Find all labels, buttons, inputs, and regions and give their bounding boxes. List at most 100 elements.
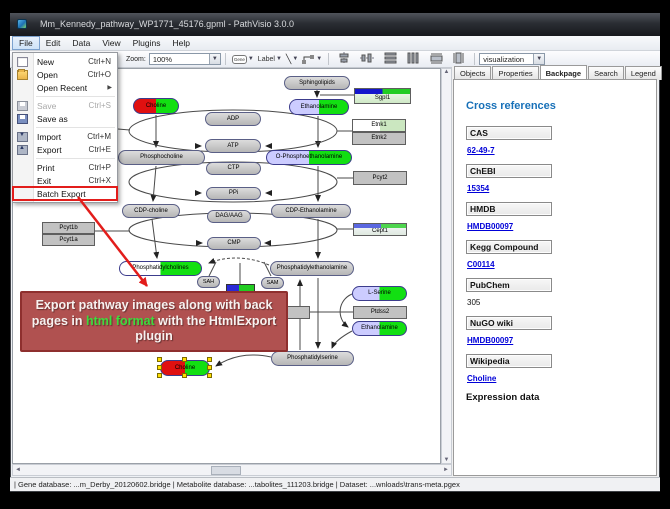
pathway-node-cmp[interactable]: CMP: [207, 237, 261, 250]
menu-data[interactable]: Data: [66, 36, 96, 50]
pathway-node-phosphatidylserine[interactable]: Phosphatidylserine: [271, 351, 354, 366]
file-menu: NewCtrl+NOpenCtrl+OOpen Recent▶ SaveCtrl+…: [12, 52, 118, 203]
file-menu-item-open-recent[interactable]: Open Recent▶: [13, 81, 117, 94]
pathway-node-choline[interactable]: Choline: [160, 360, 210, 376]
file-menu-item-new[interactable]: NewCtrl+N: [13, 55, 117, 68]
file-menu-item-batch-export[interactable]: Batch Export: [13, 187, 117, 200]
pathway-node-pcyt2[interactable]: Pcyt2: [353, 171, 407, 185]
pathway-node-pcyt1a[interactable]: Pcyt1a: [42, 234, 95, 246]
xref-link[interactable]: HMDB00097: [467, 336, 656, 345]
file-menu-item-open[interactable]: OpenCtrl+O: [13, 68, 117, 81]
align-center-button[interactable]: [338, 52, 350, 66]
pathway-node-ethanolamine[interactable]: Ethanolamine: [289, 99, 349, 115]
scroll-up-icon[interactable]: ▲: [442, 69, 452, 75]
menu-view[interactable]: View: [96, 36, 126, 50]
xref-list: CAS62-49-7ChEBI15354HMDBHMDB00097Kegg Co…: [466, 126, 656, 383]
backpage-panel[interactable]: Cross references CAS62-49-7ChEBI15354HMD…: [453, 79, 657, 476]
pathway-node-choline[interactable]: Choline: [133, 98, 179, 114]
xref-link[interactable]: 62-49-7: [467, 146, 656, 155]
pathway-node-phosphocholine[interactable]: Phosphocholine: [118, 150, 205, 165]
scroll-right-icon[interactable]: ►: [441, 467, 451, 473]
menu-item-shortcut: Ctrl+E: [89, 145, 111, 154]
file-menu-item-export[interactable]: ExportCtrl+E: [13, 143, 117, 156]
draw-connector-button[interactable]: ▼: [302, 54, 322, 64]
pathway-node-pcyt1b[interactable]: Pcyt1b: [42, 222, 95, 234]
xref-link[interactable]: C00114: [467, 260, 656, 269]
menu-edit[interactable]: Edit: [40, 36, 67, 50]
add-datanode-button[interactable]: Gene ▼: [232, 55, 254, 64]
pathway-node-etnk1[interactable]: Etnk1: [352, 119, 406, 132]
xref-source-box: Kegg Compound: [466, 240, 552, 254]
chevron-down-icon[interactable]: ▼: [292, 56, 298, 62]
file-menu-item-import[interactable]: ImportCtrl+M: [13, 130, 117, 143]
tab-backpage[interactable]: Backpage: [540, 65, 587, 79]
pathway-node-phosphatidylethanolamine[interactable]: Phosphatidylethanolamine: [270, 261, 354, 276]
chevron-down-icon[interactable]: ▼: [248, 56, 254, 62]
pathway-node-sam[interactable]: SAM: [261, 277, 284, 289]
pathway-node-sgpl1[interactable]: Sgpl1: [354, 88, 411, 104]
pathway-node[interactable]: [287, 306, 310, 319]
tab-search[interactable]: Search: [588, 66, 624, 80]
pathway-node-dag-aag[interactable]: DAG/AAG: [207, 210, 251, 223]
pathway-node-o-phosphoethanolamine[interactable]: O-Phosphoethanolamine: [266, 150, 352, 165]
pathway-node-atp[interactable]: ATP: [205, 139, 261, 153]
pathway-node-cdp-ethanolamine[interactable]: CDP-Ethanolamine: [271, 204, 351, 218]
canvas-horizontal-scrollbar[interactable]: ◄ ►: [12, 464, 452, 476]
scroll-left-icon[interactable]: ◄: [13, 467, 23, 473]
pathway-node-ppi[interactable]: PPi: [206, 187, 261, 200]
pathway-node-adp[interactable]: ADP: [205, 112, 261, 126]
tab-legend[interactable]: Legend: [625, 66, 662, 80]
xref-source-box: PubChem: [466, 278, 552, 292]
submenu-arrow-icon: ▶: [107, 84, 112, 91]
scroll-down-icon[interactable]: ▼: [442, 457, 452, 463]
saveas-icon: [17, 114, 28, 124]
tab-objects[interactable]: Objects: [454, 66, 491, 80]
add-label-button[interactable]: Label ▼: [258, 56, 282, 63]
common-width-button[interactable]: [453, 52, 465, 66]
pathway-node-l-serine[interactable]: L-Serine: [352, 286, 407, 301]
file-menu-item-exit[interactable]: ExitCtrl+X: [13, 174, 117, 187]
file-menu-item-save[interactable]: SaveCtrl+S: [13, 99, 117, 112]
tab-properties[interactable]: Properties: [492, 66, 538, 80]
menu-item-shortcut: Ctrl+X: [89, 176, 111, 185]
pathway-node-sphingolipids[interactable]: Sphingolipids: [284, 76, 350, 90]
scrollbar-thumb[interactable]: [211, 466, 241, 475]
expression-data-heading: Expression data: [466, 392, 656, 403]
title-bar[interactable]: Mm_Kennedy_pathway_WP1771_45176.gpml - P…: [10, 13, 660, 36]
visualization-combobox[interactable]: visualization ▼: [479, 53, 545, 65]
zoom-combobox[interactable]: 100% ▼: [149, 53, 221, 65]
distribute-vertical-button[interactable]: [384, 52, 397, 66]
draw-line-button[interactable]: ╲ ▼: [286, 54, 298, 65]
pathway-node-cdp-choline[interactable]: CDP-choline: [122, 204, 180, 218]
canvas-vertical-scrollbar[interactable]: ▲ ▼: [441, 68, 452, 464]
xref-link[interactable]: 15354: [467, 184, 656, 193]
menu-file[interactable]: File: [12, 36, 40, 50]
file-menu-item-save-as[interactable]: Save as: [13, 112, 117, 125]
menu-separator: [36, 158, 115, 159]
align-middle-button[interactable]: [360, 52, 374, 66]
pathway-node-ctp[interactable]: CTP: [206, 162, 261, 175]
pathway-node-ethanolamine[interactable]: Ethanolamine: [352, 321, 407, 336]
chevron-down-icon[interactable]: ▼: [533, 54, 544, 64]
chevron-down-icon[interactable]: ▼: [316, 56, 322, 62]
pathway-node-sah[interactable]: SAH: [197, 276, 220, 288]
status-bar: | Gene database: ...m_Derby_20120602.bri…: [10, 477, 660, 491]
pathway-node-phosphatidylcholines[interactable]: Phosphatidylcholines: [119, 261, 202, 276]
distribute-horizontal-button[interactable]: [407, 52, 420, 66]
menu-help[interactable]: Help: [167, 36, 196, 50]
xref-link[interactable]: Choline: [467, 374, 656, 383]
zoom-dropdown-icon[interactable]: ▼: [209, 54, 220, 64]
menu-item-label: Import: [37, 132, 87, 142]
pathway-node-etnk2[interactable]: Etnk2: [352, 132, 406, 145]
pathway-node-ptdss2[interactable]: Ptdss2: [353, 306, 407, 319]
common-height-button[interactable]: [430, 53, 443, 66]
menu-plugins[interactable]: Plugins: [127, 36, 167, 50]
file-menu-item-print[interactable]: PrintCtrl+P: [13, 161, 117, 174]
xref-source-box: CAS: [466, 126, 552, 140]
menu-item-label: Batch Export: [37, 189, 117, 199]
xref-link[interactable]: HMDB00097: [467, 222, 656, 231]
xref-source-box: NuGO wiki: [466, 316, 552, 330]
menu-item-label: Open: [37, 70, 88, 80]
pathway-node-cept1[interactable]: Cept1: [353, 223, 407, 236]
chevron-down-icon[interactable]: ▼: [276, 56, 282, 62]
